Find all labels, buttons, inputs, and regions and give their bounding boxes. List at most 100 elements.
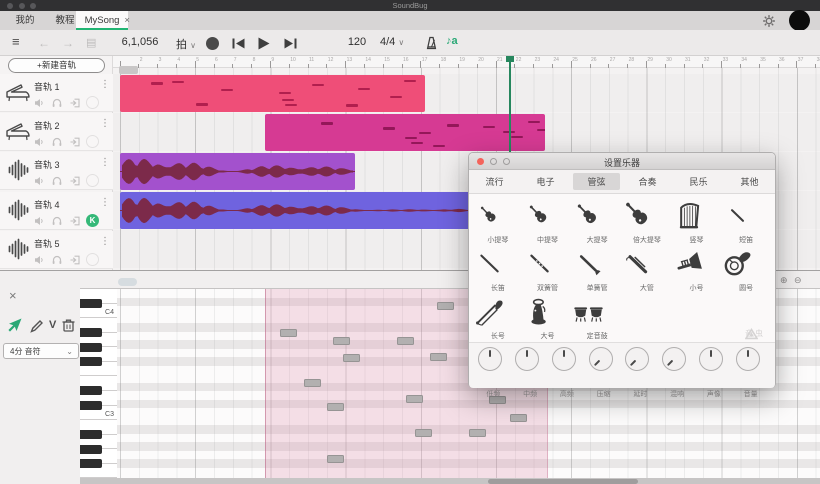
tempo-value[interactable]: 120 [344, 36, 370, 48]
black-key[interactable] [80, 328, 102, 337]
instrument-tab-2[interactable]: 电子 [522, 173, 569, 190]
instrument-timpani[interactable]: 定音鼓 [572, 294, 622, 342]
loop-marker[interactable] [119, 66, 138, 74]
instrument-piccolo[interactable]: 短笛 [721, 198, 771, 246]
black-key[interactable] [80, 445, 102, 454]
midi-note[interactable] [430, 353, 447, 361]
track-row[interactable]: 音轨 3⋮ [0, 152, 113, 190]
black-key[interactable] [80, 343, 102, 352]
track-k-badge[interactable] [86, 96, 99, 109]
tab-my[interactable]: 我的 [4, 11, 46, 30]
note-input-quantize-icon[interactable]: ♪a [446, 35, 458, 47]
knob-声像[interactable]: 声像 [699, 346, 729, 388]
instrument-harp[interactable]: 竖琴 [672, 198, 722, 246]
instrument-oboe[interactable]: 双簧管 [523, 246, 573, 294]
track-k-badge[interactable] [86, 135, 99, 148]
piano-roll-hscroll-thumb[interactable] [118, 278, 137, 286]
tab-mysong[interactable]: MySong× [76, 11, 128, 30]
instrument-violin[interactable]: 小提琴 [473, 198, 523, 246]
knob-dial[interactable] [662, 347, 686, 371]
bottom-scrollbar[interactable] [80, 478, 820, 484]
knob-低频[interactable]: 低频 [478, 346, 508, 388]
knob-混响[interactable]: 混响 [662, 346, 692, 388]
track-menu-dots-icon[interactable]: ⋮ [100, 79, 110, 90]
instrument-trombone[interactable]: 长号 [473, 294, 523, 342]
midi-note[interactable] [327, 455, 344, 463]
bottom-scrollbar-thumb[interactable] [488, 479, 638, 484]
knob-dial[interactable] [699, 347, 723, 371]
instrument-clarinet[interactable]: 单簧管 [572, 246, 622, 294]
instrument-trumpet[interactable]: 小号 [672, 246, 722, 294]
track-k-badge[interactable] [86, 253, 99, 266]
velocity-tool[interactable]: V [49, 319, 56, 331]
midi-note[interactable] [333, 337, 350, 345]
instrument-tuba[interactable]: 大号 [523, 294, 573, 342]
instrument-tab-4[interactable]: 合奏 [624, 173, 671, 190]
midi-note[interactable] [415, 429, 432, 437]
knob-音量[interactable]: 音量 [736, 346, 766, 388]
track-k-badge[interactable] [86, 174, 99, 187]
knob-dial[interactable] [478, 347, 502, 371]
time-signature-dropdown[interactable]: 4/4 ∨ [380, 36, 404, 48]
track-row[interactable]: 音轨 2⋮ [0, 113, 113, 151]
black-key[interactable] [80, 299, 102, 308]
midi-note[interactable] [343, 354, 360, 362]
midi-note[interactable] [437, 302, 454, 310]
close-piano-roll-icon[interactable]: × [9, 288, 17, 303]
instrument-viola[interactable]: 中提琴 [523, 198, 573, 246]
knob-dial[interactable] [625, 347, 649, 371]
instrument-tab-3[interactable]: 管弦 [573, 173, 620, 190]
timeline-ruler[interactable]: 2345678910111213141516171819202122232425… [113, 56, 820, 68]
piano-keyboard[interactable]: C4C3 [80, 289, 117, 478]
midi-note[interactable] [304, 379, 321, 387]
instrument-flute[interactable]: 长笛 [473, 246, 523, 294]
midi-note[interactable] [469, 429, 486, 437]
black-key[interactable] [80, 459, 102, 468]
beat-unit-dropdown[interactable]: 拍 ∨ [176, 36, 196, 52]
black-key[interactable] [80, 401, 102, 410]
black-key[interactable] [80, 430, 102, 439]
close-tab-icon[interactable]: × [124, 11, 130, 30]
dialog-titlebar[interactable]: 设置乐器 [469, 153, 775, 170]
track-stack-icon[interactable]: ▤ [86, 36, 96, 49]
track-k-badge[interactable]: K [86, 214, 99, 227]
track-row[interactable]: 音轨 5⋮ [0, 231, 113, 269]
knob-dial[interactable] [736, 347, 760, 371]
instrument-contrabass[interactable]: 倍大提琴 [622, 198, 672, 246]
knob-高频[interactable]: 高频 [552, 346, 582, 388]
midi-note[interactable] [327, 403, 344, 411]
black-key[interactable] [80, 357, 102, 366]
record-button[interactable] [206, 37, 219, 50]
midi-note[interactable] [280, 329, 297, 337]
knob-dial[interactable] [552, 347, 576, 371]
instrument-tab-1[interactable]: 流行 [471, 173, 518, 190]
redo-forward-icon[interactable]: → [62, 36, 74, 50]
note-value-dropdown[interactable]: 4分 音符 ⌄ [3, 343, 79, 359]
black-key[interactable] [80, 386, 102, 395]
zoom-in-icon[interactable]: ⊕ [780, 275, 788, 286]
instrument-horn[interactable]: 圆号 [721, 246, 771, 294]
instrument-tab-5[interactable]: 民乐 [675, 173, 722, 190]
knob-压缩[interactable]: 压缩 [589, 346, 619, 388]
midi-note[interactable] [510, 414, 527, 422]
midi-note[interactable] [406, 395, 423, 403]
knob-延时[interactable]: 延时 [625, 346, 655, 388]
midi-clip[interactable] [265, 114, 545, 151]
new-track-button[interactable]: +新建音轨 [8, 58, 105, 73]
track-row[interactable]: 音轨 1⋮ [0, 74, 113, 112]
track-menu-dots-icon[interactable]: ⋮ [100, 157, 110, 168]
instrument-tab-6[interactable]: 其他 [726, 173, 773, 190]
user-avatar[interactable] [789, 10, 810, 31]
knob-dial[interactable] [589, 347, 613, 371]
instrument-cello[interactable]: 大提琴 [572, 198, 622, 246]
midi-note[interactable] [397, 337, 414, 345]
knob-dial[interactable] [515, 347, 539, 371]
track-menu-dots-icon[interactable]: ⋮ [100, 118, 110, 129]
knob-中频[interactable]: 中频 [515, 346, 545, 388]
track-menu-dots-icon[interactable]: ⋮ [100, 236, 110, 247]
instrument-bassoon[interactable]: 大管 [622, 246, 672, 294]
track-row[interactable]: 音轨 4⋮K [0, 192, 113, 230]
track-menu-dots-icon[interactable]: ⋮ [100, 197, 110, 208]
midi-clip[interactable] [120, 75, 425, 112]
audio-clip[interactable] [120, 153, 355, 190]
